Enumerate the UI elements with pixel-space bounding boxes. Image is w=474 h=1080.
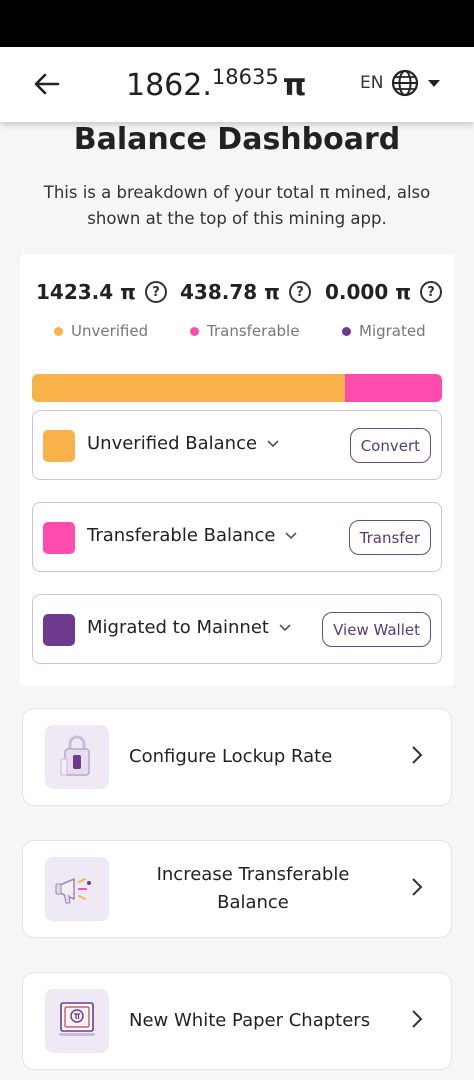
caret-down-icon [428, 80, 441, 87]
transfer-button[interactable]: Transfer [348, 520, 431, 555]
legend-unverified: Unverified [54, 322, 148, 340]
stat-transferable: 438.78 π? [180, 280, 311, 304]
legend-label: Unverified [71, 322, 149, 340]
stat-migrated: 0.000 π? [325, 280, 443, 304]
stat-unverified: 1423.4 π? [36, 280, 167, 304]
megaphone-icon [45, 857, 109, 921]
total-balance: 1862.18635 π [126, 65, 306, 103]
chevron-down-icon [279, 623, 291, 631]
balance-integer: 1862. [126, 68, 212, 103]
transferable-balance-row: Transferable Balance Transfer [32, 502, 442, 572]
top-bar: 1862.18635 π EN [0, 47, 474, 122]
legend-dot [190, 326, 199, 336]
unverified-balance-toggle[interactable]: Unverified Balance [87, 433, 279, 454]
status-bar [0, 0, 474, 47]
stat-value: 1423.4 π [36, 280, 136, 304]
chevron-right-icon [412, 1010, 423, 1028]
row-label: Transferable Balance [87, 525, 276, 546]
unverified-balance-row: Unverified Balance Convert [32, 410, 442, 480]
row-label: Unverified Balance [87, 433, 258, 454]
unverified-swatch [43, 430, 75, 462]
page-subtitle: This is a breakdown of your total π mine… [43, 183, 431, 228]
balance-card: 1423.4 π? Unverified 438.78 π? Transfera… [20, 254, 454, 686]
legend-migrated: Migrated [342, 322, 426, 340]
legend-label: Migrated [359, 322, 426, 340]
migrated-swatch [43, 614, 75, 646]
legend-dot [54, 326, 63, 336]
balance-fraction: 18635 [211, 65, 279, 89]
legend-label: Transferable [207, 322, 300, 340]
language-selector[interactable]: EN [360, 69, 441, 97]
action-label: Configure Lockup Rate [129, 746, 333, 767]
chevron-down-icon [267, 439, 279, 447]
transferable-balance-toggle[interactable]: Transferable Balance [87, 525, 297, 546]
arrow-left-icon [34, 73, 60, 95]
legend-dot [342, 326, 351, 336]
new-white-paper-chapters-item[interactable]: New White Paper Chapters [22, 972, 452, 1070]
balance-progress-bar [32, 374, 442, 402]
whitepaper-icon [45, 989, 109, 1053]
stat-value: 0.000 π [325, 280, 412, 304]
help-icon[interactable]: ? [144, 281, 167, 303]
lock-icon [45, 725, 109, 789]
chevron-right-icon [412, 746, 423, 764]
legend-transferable: Transferable [190, 322, 299, 340]
configure-lockup-rate-item[interactable]: Configure Lockup Rate [22, 708, 452, 806]
convert-button[interactable]: Convert [349, 428, 431, 463]
pi-symbol: π [282, 68, 307, 103]
chevron-right-icon [412, 878, 423, 896]
transferable-swatch [43, 522, 75, 554]
help-icon[interactable]: ? [420, 281, 443, 303]
migrated-balance-toggle[interactable]: Migrated to Mainnet [87, 617, 291, 638]
action-label: New White Paper Chapters [129, 1010, 371, 1031]
chevron-down-icon [285, 531, 297, 539]
bar-segment-unverified [32, 374, 346, 402]
language-code: EN [360, 73, 384, 93]
stat-value: 438.78 π [180, 280, 280, 304]
bar-segment-transferable [345, 374, 442, 402]
migrated-balance-row: Migrated to Mainnet View Wallet [32, 594, 442, 664]
row-label: Migrated to Mainnet [87, 617, 269, 638]
action-label: Increase Transferable Balance [156, 864, 350, 913]
globe-icon [392, 69, 419, 97]
increase-transferable-balance-item[interactable]: Increase Transferable Balance [22, 840, 452, 938]
help-icon[interactable]: ? [288, 281, 311, 303]
view-wallet-button[interactable]: View Wallet [322, 612, 431, 647]
page-title: Balance Dashboard [73, 122, 401, 157]
back-button[interactable] [30, 67, 64, 101]
